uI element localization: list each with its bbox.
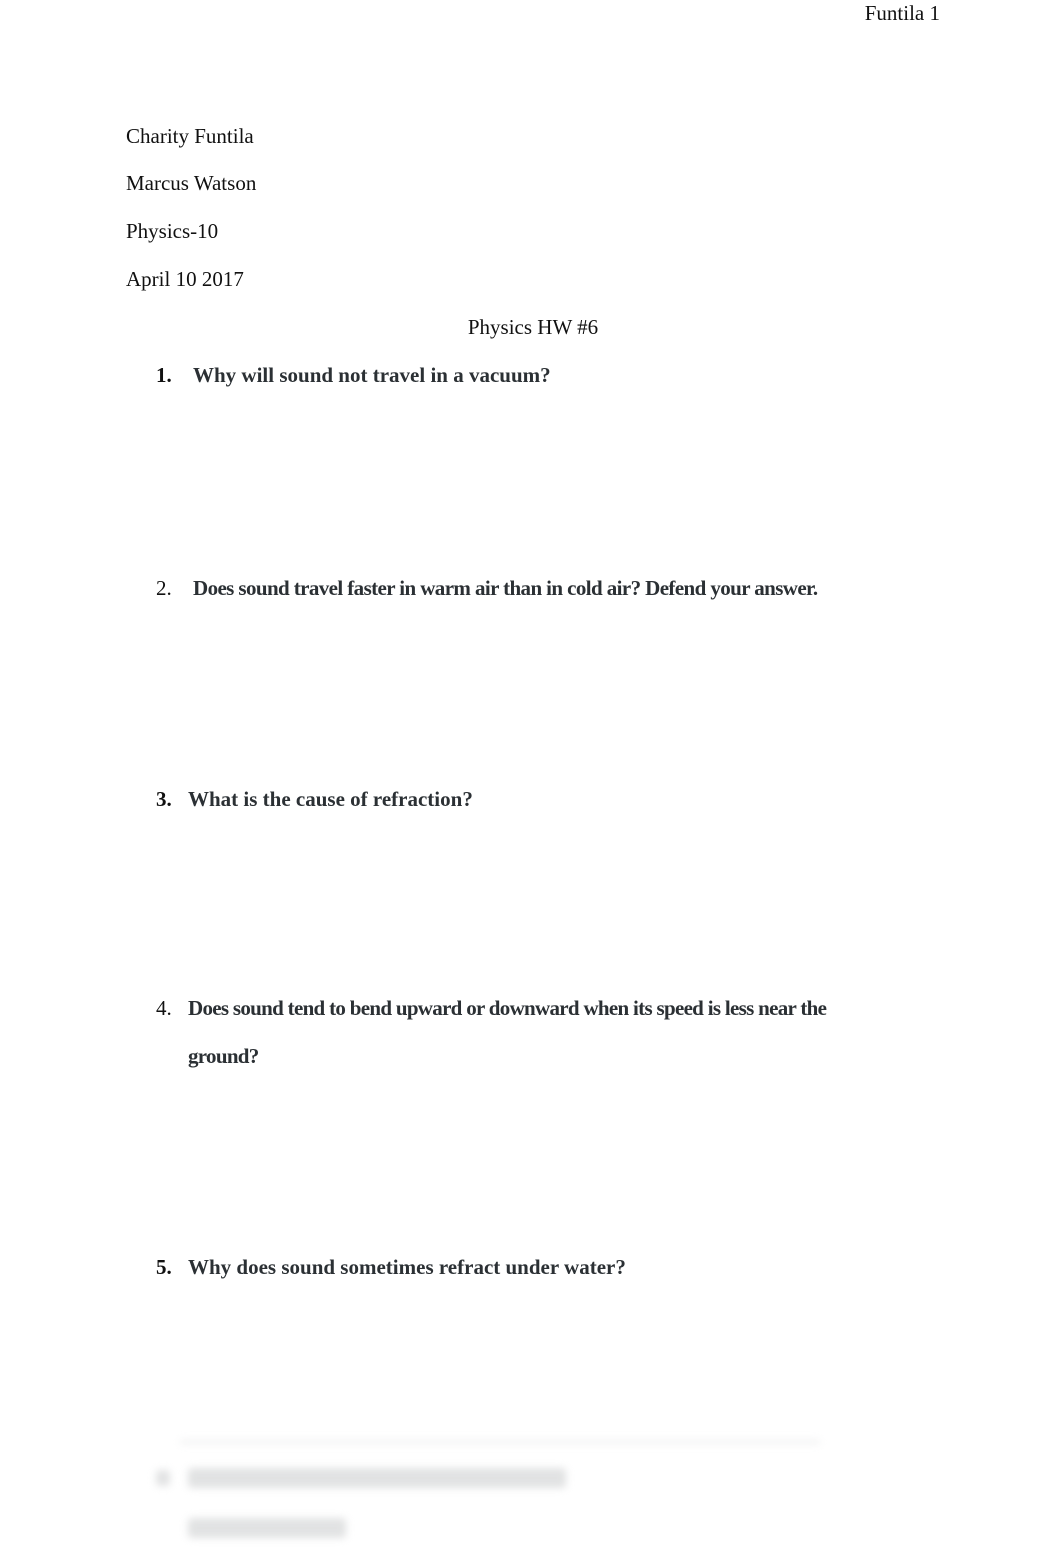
course-name: Physics-10 — [126, 219, 219, 243]
blurred-question-number — [156, 1470, 170, 1486]
question-text: What is the cause of refraction? — [188, 787, 473, 811]
document-title: Physics HW #6 — [467, 315, 599, 339]
question-number: 5. — [156, 1255, 172, 1279]
question-text: Does sound travel faster in warm air tha… — [193, 576, 818, 600]
question-4: 4. Does sound tend to bend upward or dow… — [156, 995, 956, 1075]
question-number: 1. — [156, 363, 172, 387]
blurred-line — [180, 1440, 820, 1444]
instructor-name: Marcus Watson — [126, 171, 257, 195]
question-text: Why does sound sometimes refract under w… — [188, 1255, 626, 1279]
blurred-question-text — [188, 1468, 566, 1488]
running-head: Funtila 1 — [864, 1, 940, 25]
question-number: 4. — [156, 996, 172, 1020]
question-3: 3. What is the cause of refraction? — [156, 786, 956, 812]
question-text-continued: ground? — [188, 1044, 259, 1068]
question-text: Does sound tend to bend upward or downwa… — [188, 996, 827, 1020]
question-number: 3. — [156, 787, 172, 811]
question-1: 1. Why will sound not travel in a vacuum… — [156, 362, 956, 388]
question-text: Why will sound not travel in a vacuum? — [193, 363, 551, 387]
question-5: 5. Why does sound sometimes refract unde… — [156, 1254, 956, 1280]
question-2: 2. Does sound travel faster in warm air … — [156, 575, 956, 601]
date: April 10 2017 — [126, 267, 244, 291]
blurred-answer-text — [188, 1518, 346, 1538]
student-name: Charity Funtila — [126, 124, 254, 148]
question-number: 2. — [156, 576, 172, 600]
blurred-preview-region — [0, 1430, 1062, 1556]
